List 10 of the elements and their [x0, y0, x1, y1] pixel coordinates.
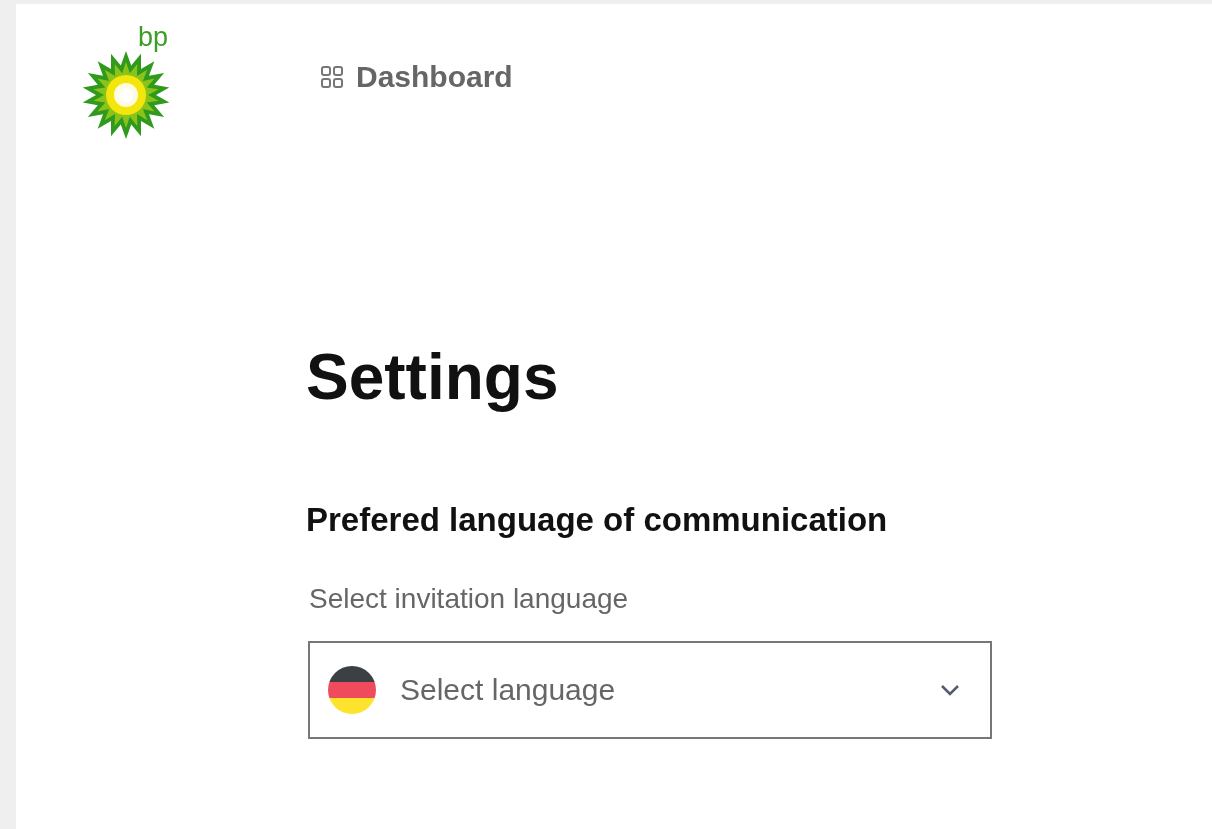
field-label: Select invitation language: [308, 583, 630, 615]
dashboard-link[interactable]: Dashboard: [320, 60, 513, 94]
sunburst-logo-icon: [82, 51, 170, 139]
flag-icon: [328, 666, 376, 714]
language-select[interactable]: Select language: [308, 641, 992, 739]
section-heading: Prefered language of communication: [306, 501, 889, 539]
logo-text: bp: [137, 24, 168, 51]
chevron-down-icon: [940, 684, 960, 696]
grid-icon: [320, 65, 344, 89]
page-title: Settings: [306, 340, 560, 415]
